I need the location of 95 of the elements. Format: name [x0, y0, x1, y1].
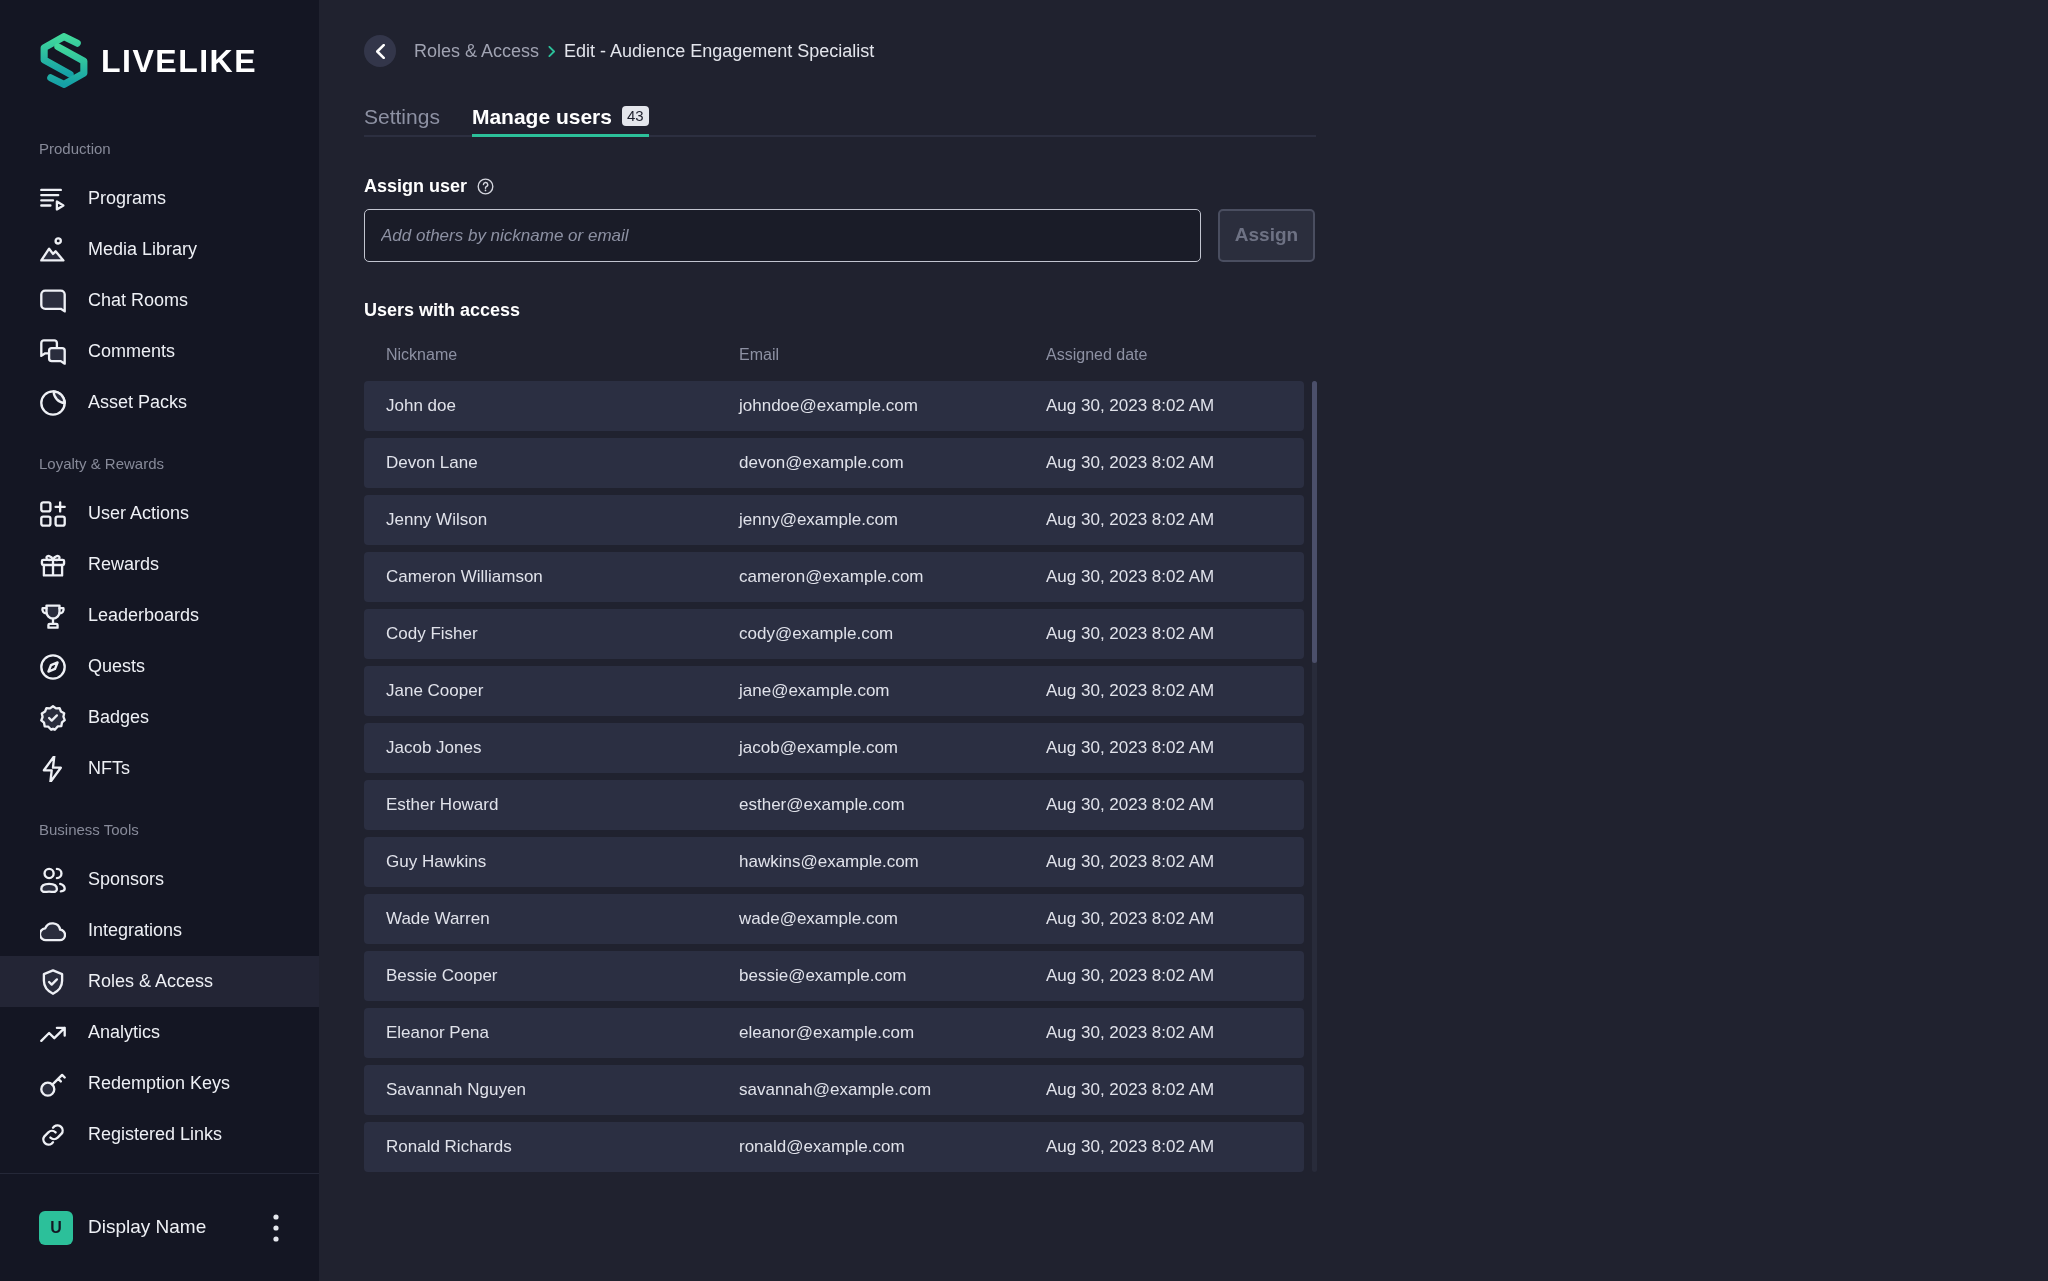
nav-section-label: Loyalty & Rewards [38, 454, 166, 474]
table-cell-text: Cameron Williamson [386, 566, 544, 589]
table-cell-text: Savannah Nguyen [386, 1079, 527, 1102]
table-cell-text: jane@example.com [739, 680, 891, 703]
trophy-icon [40, 602, 66, 629]
nav-section-label: Production [38, 139, 112, 159]
chat-bubbles-icon [40, 338, 66, 365]
count-badge: 43 [621, 105, 649, 126]
breadcrumb-current: Edit - Audience Engagement Specialist [564, 39, 875, 63]
table-cell-text: Aug 30, 2023 8:02 AM [1046, 395, 1216, 418]
table-cell-text: Aug 30, 2023 8:02 AM [1046, 1022, 1216, 1045]
users-icon [40, 866, 66, 893]
sidebar-item[interactable]: Redemption Keys [0, 1058, 319, 1109]
badge-check-icon [40, 704, 66, 731]
table-cell-text: Aug 30, 2023 8:02 AM [1046, 680, 1216, 703]
table-cell-text: Aug 30, 2023 8:02 AM [1046, 851, 1216, 874]
section-title: Users with access [364, 299, 522, 321]
table-cell-text: jacob@example.com [739, 737, 899, 760]
scrollbar-thumb[interactable] [1312, 381, 1317, 663]
table-cell-text: Aug 30, 2023 8:02 AM [1046, 737, 1216, 760]
column-header: Email [739, 345, 780, 365]
assign-user-field[interactable]: Add others by nickname or email [364, 209, 1201, 262]
logo-wordmark: LIVELIKE [101, 44, 257, 77]
chevron-right-icon [548, 45, 556, 57]
tab[interactable]: Settings [364, 103, 440, 137]
table-cell-text: Ronald Richards [386, 1136, 513, 1159]
table-cell-text: wade@example.com [739, 908, 899, 931]
shield-check-icon [40, 968, 66, 995]
table-cell-text: hawkins@example.com [739, 851, 920, 874]
table-cell-text: Eleanor Pena [386, 1022, 491, 1045]
table-cell-text: Guy Hawkins [386, 851, 488, 874]
sidebar-item[interactable]: Registered Links [0, 1109, 319, 1160]
user-display-name: Display Name [88, 1215, 207, 1240]
table-cell-text: devon@example.com [739, 452, 905, 475]
sidebar-item[interactable]: Leaderboards [0, 590, 319, 641]
table-cell-text: Aug 30, 2023 8:02 AM [1046, 1136, 1216, 1159]
field-label: Assign user [364, 175, 468, 197]
table-cell-text: jenny@example.com [739, 509, 899, 532]
chevron-left-icon [375, 43, 385, 59]
compass-icon [40, 653, 66, 680]
table-cell-text: Jenny Wilson [386, 509, 489, 532]
chat-bubble-icon [40, 287, 66, 314]
table-cell-text: bessie@example.com [739, 965, 908, 988]
sidebar-item[interactable]: Comments [0, 326, 319, 377]
link-icon [40, 1121, 66, 1148]
table-cell-text: Aug 30, 2023 8:02 AM [1046, 908, 1216, 931]
table-cell-text: cameron@example.com [739, 566, 925, 589]
avatar: U [39, 1210, 73, 1245]
table-cell-text: John doe [386, 395, 457, 418]
sidebar-item[interactable]: Badges [0, 692, 319, 743]
sidebar-item[interactable]: Rewards [0, 539, 319, 590]
sidebar-item[interactable]: Quests [0, 641, 319, 692]
table-cell-text: Aug 30, 2023 8:02 AM [1046, 509, 1216, 532]
sidebar-item[interactable]: Sponsors [0, 854, 319, 905]
sidebar-item[interactable]: Analytics [0, 1007, 319, 1058]
table-cell-text: Aug 30, 2023 8:02 AM [1046, 794, 1216, 817]
kebab-menu-icon [273, 1213, 279, 1242]
table-cell-text: Devon Lane [386, 452, 479, 475]
table-cell-text: eleanor@example.com [739, 1022, 916, 1045]
table-cell-text: Aug 30, 2023 8:02 AM [1046, 623, 1216, 646]
table-cell-text: ronald@example.com [739, 1136, 906, 1159]
column-header: Nickname [386, 345, 459, 365]
sidebar-item[interactable]: Chat Rooms [0, 275, 319, 326]
table-cell-text: Jacob Jones [386, 737, 483, 760]
help-icon[interactable] [477, 177, 495, 195]
sidebar-item[interactable]: User Actions [0, 488, 319, 539]
back-button[interactable] [364, 35, 396, 67]
sidebar-item[interactable]: Media Library [0, 224, 319, 275]
sidebar-item[interactable]: Integrations [0, 905, 319, 956]
more-menu-button[interactable] [272, 1212, 280, 1243]
hexagon-logo-icon [39, 33, 89, 88]
breadcrumb-link[interactable]: Roles & Access [414, 37, 540, 65]
table-cell-text: esther@example.com [739, 794, 906, 817]
nav-section-label: Business Tools [38, 820, 140, 840]
table-cell-text: savannah@example.com [739, 1079, 933, 1102]
table-cell-text: Aug 30, 2023 8:02 AM [1046, 566, 1216, 589]
table-cell-text: Aug 30, 2023 8:02 AM [1046, 965, 1216, 988]
table-cell-text: johndoe@example.com [739, 395, 919, 418]
table-cell-text: Aug 30, 2023 8:02 AM [1046, 452, 1216, 475]
table-cell-text: Bessie Cooper [386, 965, 499, 988]
tab[interactable]: Manage users 43 [471, 103, 649, 137]
table-cell-text: Jane Cooper [386, 680, 485, 703]
table-cell-text: Esther Howard [386, 794, 500, 817]
sidebar-item[interactable]: Programs [0, 173, 319, 224]
table-cell-text: Wade Warren [386, 908, 491, 931]
sticker-icon [40, 389, 66, 416]
image-icon [40, 236, 66, 263]
sidebar-item[interactable]: Roles & Access [0, 956, 319, 1007]
column-header: Assigned date [1046, 345, 1149, 365]
table-cell-text: Cody Fisher [386, 623, 479, 646]
table-cell-text: Aug 30, 2023 8:02 AM [1046, 1079, 1216, 1102]
sidebar-item[interactable]: Asset Packs [0, 377, 319, 428]
grid-plus-icon [40, 500, 66, 527]
table-cell-text: cody@example.com [739, 623, 895, 646]
sidebar-item[interactable]: NFTs [0, 743, 319, 794]
